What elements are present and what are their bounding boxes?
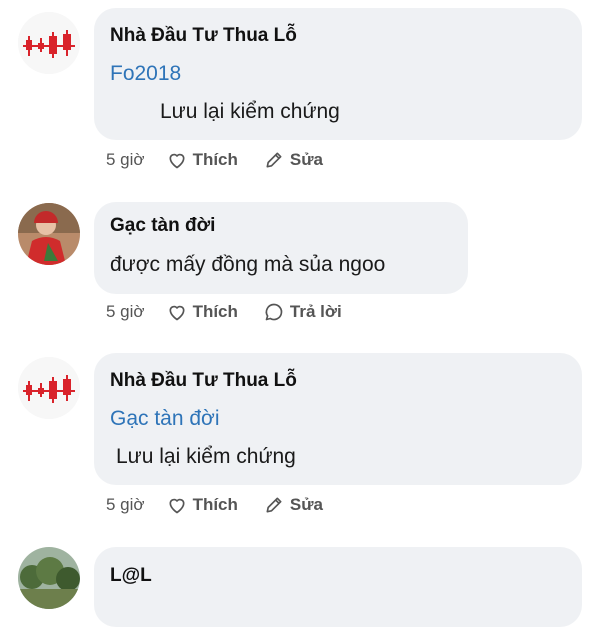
avatar[interactable] — [18, 12, 80, 74]
comment-item: L@L — [0, 535, 600, 627]
comment-item: Nhà Đầu Tư Thua Lỗ Fo2018 Lưu lại kiểm c… — [0, 0, 600, 190]
heart-icon — [169, 153, 185, 169]
comment-author[interactable]: L@L — [110, 565, 152, 587]
candlestick-chart-icon — [18, 12, 80, 74]
comment-author[interactable]: Gạc tàn đời — [110, 215, 215, 237]
heart-icon — [169, 305, 185, 321]
comment-time[interactable]: 5 giờ — [106, 150, 145, 170]
reply-bubble-icon — [265, 303, 283, 321]
like-button[interactable]: Thích — [167, 150, 238, 170]
comment-time[interactable]: 5 giờ — [106, 302, 145, 322]
reply-label: Trả lời — [289, 302, 342, 321]
avatar[interactable] — [18, 203, 80, 265]
comment-text: Lưu lại kiểm chứng — [160, 100, 340, 123]
comment-text: Lưu lại kiểm chứng — [116, 445, 296, 468]
comment-bubble[interactable] — [94, 547, 582, 627]
like-label: Thích — [192, 150, 238, 169]
avatar[interactable] — [18, 357, 80, 419]
comment-actions: 5 giờ Thích Sửa — [106, 150, 349, 170]
comment-author[interactable]: Nhà Đầu Tư Thua Lỗ — [110, 25, 297, 47]
pencil-icon — [266, 497, 282, 513]
edit-button[interactable]: Sửa — [264, 495, 323, 515]
mention-tag[interactable]: Fo2018 — [110, 62, 181, 86]
edit-button[interactable]: Sửa — [264, 150, 323, 170]
edit-label: Sửa — [289, 495, 324, 514]
comment-item: Gạc tàn đời được mấy đồng mà sủa ngoo 5 … — [0, 195, 600, 345]
pencil-icon — [266, 152, 282, 168]
comment-actions: 5 giờ Thích Sửa — [106, 495, 349, 515]
like-button[interactable]: Thích — [167, 302, 238, 322]
mention-tag[interactable]: Gạc tàn đời — [110, 407, 220, 431]
candlestick-chart-icon — [18, 357, 80, 419]
comment-text: được mấy đồng mà sủa ngoo — [110, 253, 386, 276]
comment-actions: 5 giờ Thích Trả lời — [106, 302, 368, 322]
reply-button[interactable]: Trả lời — [264, 302, 342, 322]
edit-label: Sửa — [289, 150, 324, 169]
like-label: Thích — [192, 495, 238, 514]
like-button[interactable]: Thích — [167, 495, 238, 515]
comment-time[interactable]: 5 giờ — [106, 495, 145, 515]
heart-icon — [169, 498, 185, 514]
comment-author[interactable]: Nhà Đầu Tư Thua Lỗ — [110, 370, 297, 392]
comment-item: Nhà Đầu Tư Thua Lỗ Gạc tàn đời Lưu lại k… — [0, 345, 600, 535]
person-photo-icon — [18, 203, 80, 265]
like-label: Thích — [192, 302, 238, 321]
